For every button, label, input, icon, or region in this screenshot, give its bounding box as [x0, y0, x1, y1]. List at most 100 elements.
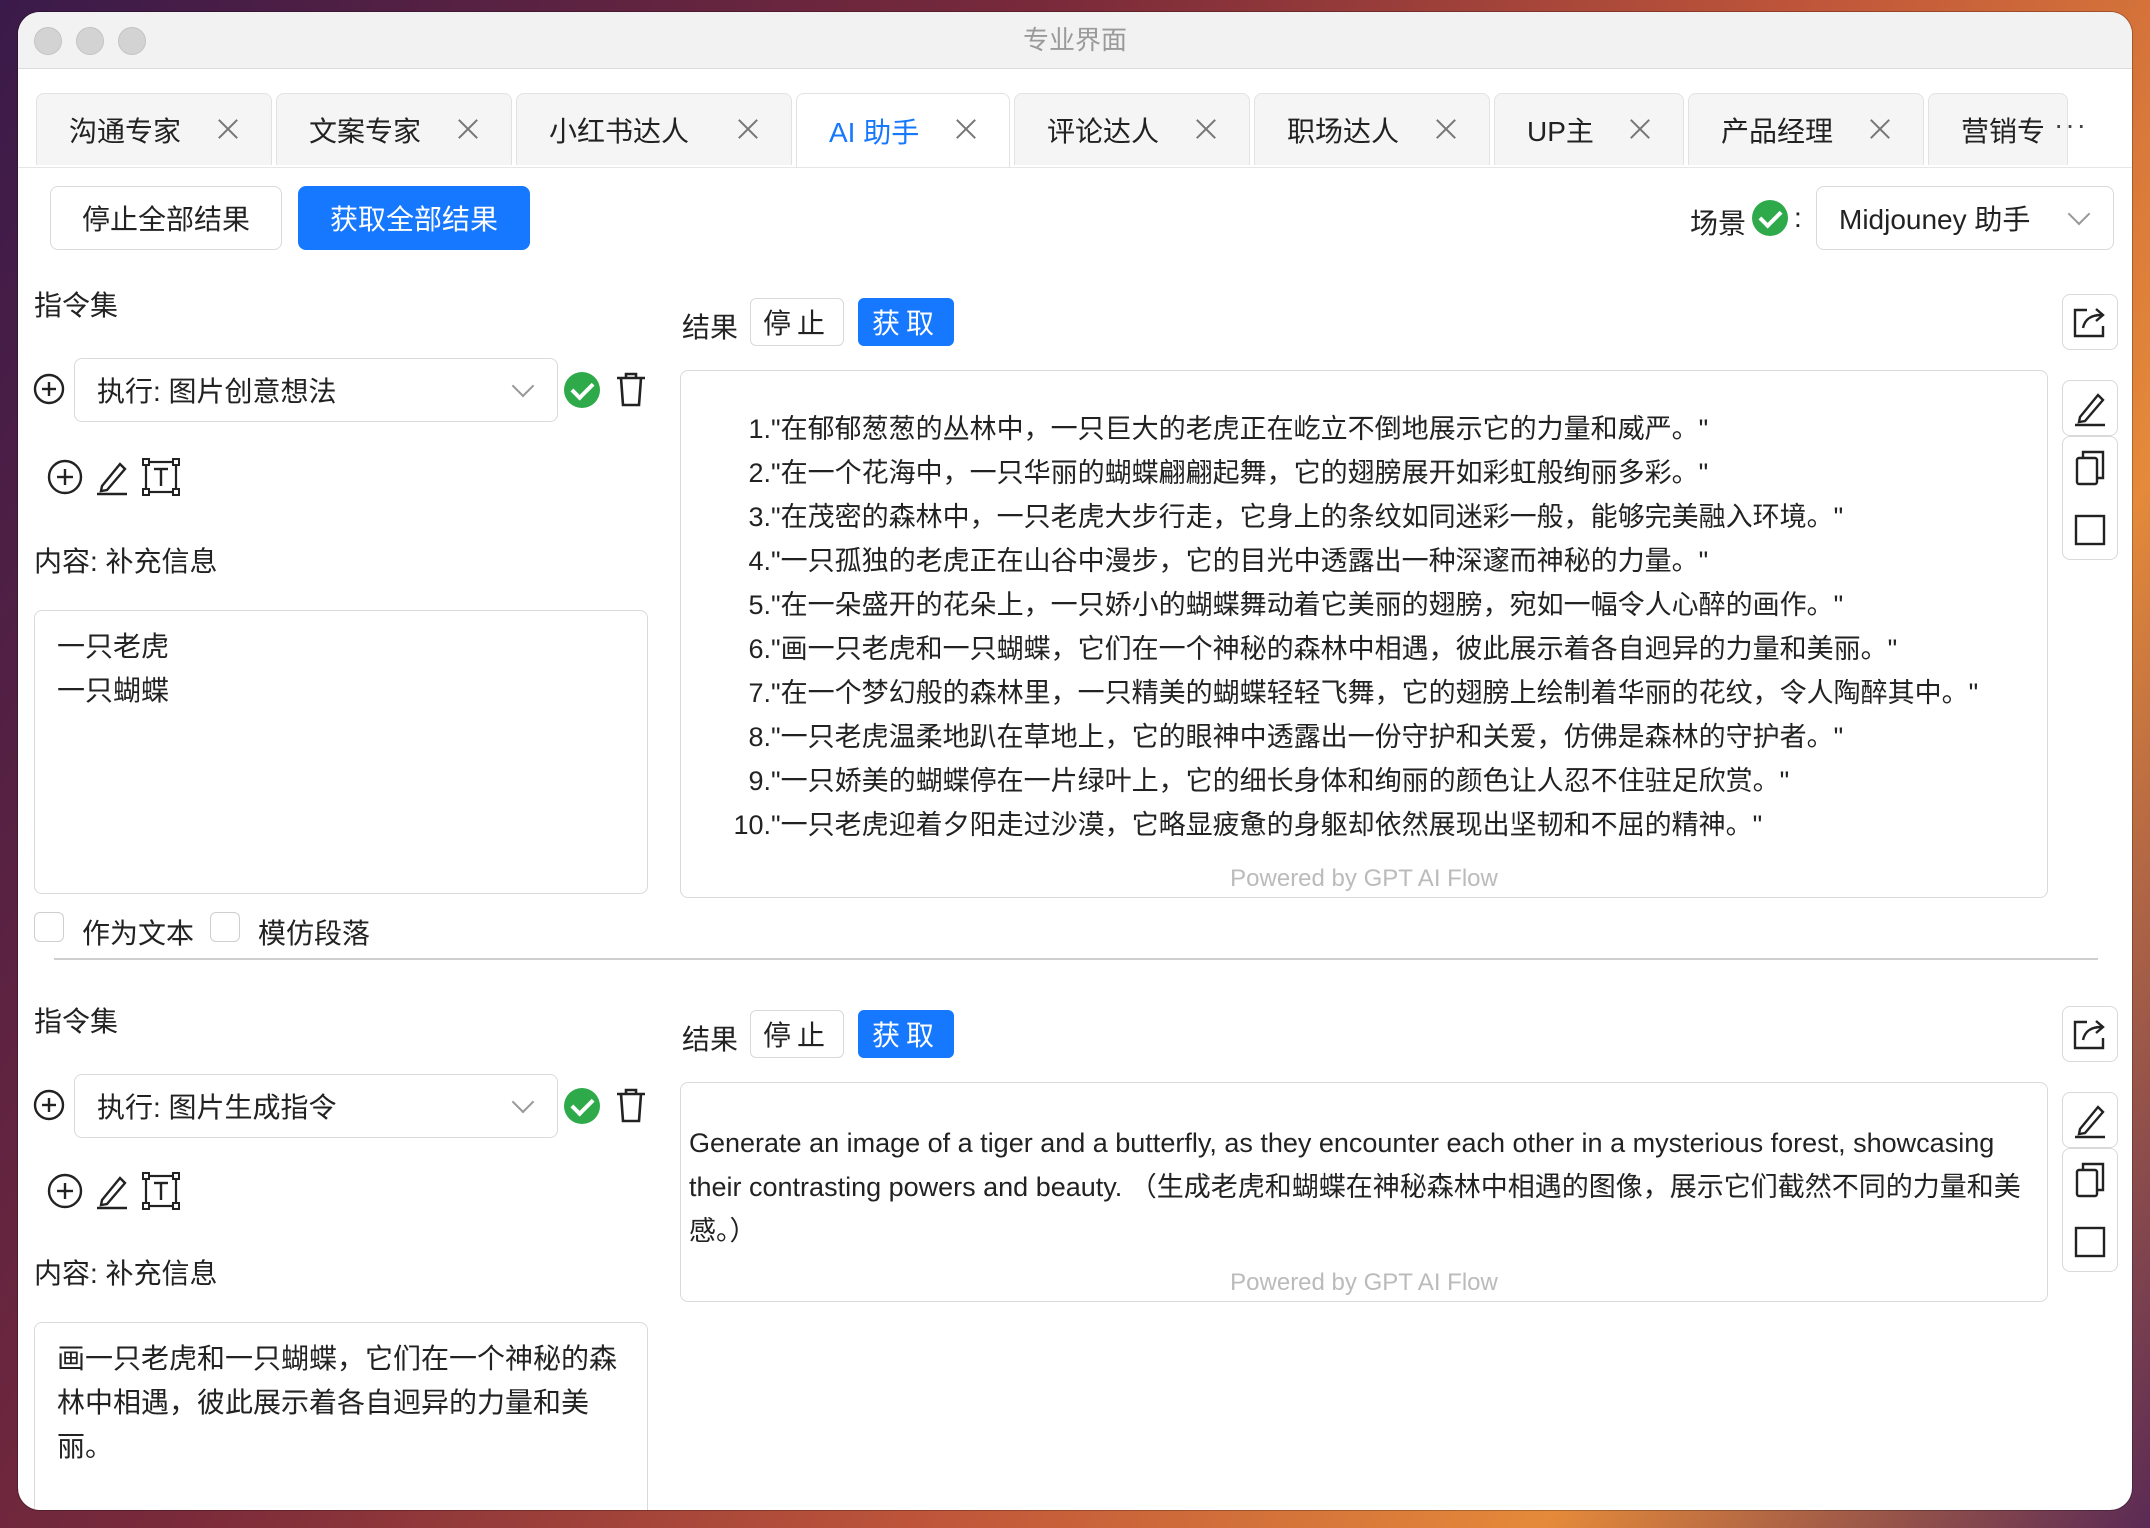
list-item-number: 6.	[748, 634, 771, 664]
scene-select[interactable]: Midjouney 助手	[1816, 186, 2114, 250]
close-icon[interactable]	[1193, 116, 1219, 142]
get-button[interactable]: 获取	[858, 1010, 954, 1058]
copy-button[interactable]	[2063, 437, 2117, 499]
close-icon[interactable]	[1433, 116, 1459, 142]
minimize-window-button[interactable]	[76, 27, 104, 55]
list-item-number: 10.	[733, 810, 771, 840]
trash-icon[interactable]	[614, 1086, 648, 1124]
chevron-down-icon	[511, 1090, 535, 1114]
close-icon[interactable]	[1627, 116, 1653, 142]
tab-copywriting-expert[interactable]: 文案专家	[276, 93, 512, 165]
tab-product-manager[interactable]: 产品经理	[1688, 93, 1924, 165]
add-circle-icon[interactable]	[46, 1172, 84, 1210]
tab-bar: 沟通专家 文案专家 小红书达人 AI 助手 评论达人 职场达人 UP主 产品经理…	[18, 69, 2132, 168]
get-button[interactable]: 获取	[858, 298, 954, 346]
close-window-button[interactable]	[34, 27, 62, 55]
result-list: 1. "在郁郁葱葱的丛林中，一只巨大的老虎正在屹立不倒地展示它的力量和威严。" 2…	[719, 407, 1978, 847]
list-item-text: "一只娇美的蝴蝶停在一片绿叶上，它的细长身体和绚丽的颜色让人忍不住驻足欣赏。"	[771, 766, 1790, 796]
powered-by-text: Powered by GPT AI Flow	[1230, 1269, 1498, 1296]
select-box-button[interactable]	[2063, 1211, 2117, 1273]
trash-icon[interactable]	[614, 370, 648, 408]
pen-icon	[2075, 1105, 2105, 1139]
tab-label: 评论达人	[1047, 115, 1160, 147]
add-circle-icon[interactable]	[46, 458, 84, 496]
check-circle-icon	[564, 372, 600, 408]
share-button[interactable]	[2062, 1006, 2118, 1062]
content-label: 内容: 补充信息	[34, 546, 218, 577]
list-item-text: "在一个梦幻般的森林里，一只精美的蝴蝶轻轻飞舞，它的翅膀上绘制着华丽的花纹，令人…	[771, 678, 1979, 708]
square-icon	[2074, 514, 2106, 546]
list-item: 2. "在一个花海中，一只华丽的蝴蝶翩翩起舞，它的翅膀展开如彩虹般绚丽多彩。"	[719, 451, 1978, 495]
copy-icon	[2075, 1162, 2105, 1198]
add-circle-icon[interactable]	[32, 372, 66, 406]
get-all-button[interactable]: 获取全部结果	[298, 186, 530, 250]
list-item: 5. "在一朵盛开的花朵上，一只娇小的蝴蝶舞动着它美丽的翅膀，宛如一幅令人心醉的…	[719, 583, 1978, 627]
share-icon	[2073, 1020, 2105, 1050]
tab-ai-assistant[interactable]: AI 助手	[796, 93, 1010, 167]
instruction-select-value: 执行: 图片创意想法	[97, 376, 337, 407]
close-icon[interactable]	[1867, 116, 1893, 142]
share-button[interactable]	[2062, 294, 2118, 350]
instruction-set-label: 指令集	[34, 1006, 119, 1037]
chevron-down-icon	[511, 374, 535, 398]
tab-label: 产品经理	[1721, 115, 1834, 147]
tab-workplace-expert[interactable]: 职场达人	[1254, 93, 1490, 165]
result-output-box: 1. "在郁郁葱葱的丛林中，一只巨大的老虎正在屹立不倒地展示它的力量和威严。" 2…	[680, 370, 2048, 898]
list-item-text: "在茂密的森林中，一只老虎大步行走，它身上的条纹如同迷彩一般，能够完美融入环境。…	[771, 502, 1844, 532]
close-icon[interactable]	[455, 116, 481, 142]
zoom-window-button[interactable]	[118, 27, 146, 55]
content-textarea[interactable]: 画一只老虎和一只蝴蝶，它们在一个神秘的森林中相遇，彼此展示着各自迥异的力量和美丽…	[34, 1322, 648, 1510]
list-item-number: 8.	[748, 722, 771, 752]
tab-label: UP主	[1527, 115, 1594, 147]
stop-button[interactable]: 停止	[750, 298, 844, 346]
tab-label: 沟通专家	[69, 115, 182, 147]
window-controls	[34, 27, 146, 55]
edit-button[interactable]	[2062, 1092, 2118, 1148]
more-tabs-icon[interactable]: ···	[2054, 109, 2088, 141]
result-output-box: Generate an image of a tiger and a butte…	[680, 1082, 2048, 1302]
text-box-icon[interactable]	[142, 458, 180, 496]
content-label: 内容: 补充信息	[34, 1258, 218, 1289]
section-divider	[54, 958, 2098, 960]
close-icon[interactable]	[953, 116, 979, 142]
tab-communication-expert[interactable]: 沟通专家	[36, 93, 272, 165]
tab-up-host[interactable]: UP主	[1494, 93, 1684, 165]
close-icon[interactable]	[215, 116, 241, 142]
pen-icon[interactable]	[94, 458, 130, 496]
result-label: 结果	[682, 1024, 739, 1055]
stop-all-button[interactable]: 停止全部结果	[50, 186, 282, 250]
list-item-text: "在郁郁葱葱的丛林中，一只巨大的老虎正在屹立不倒地展示它的力量和威严。"	[771, 414, 1709, 444]
copy-button[interactable]	[2063, 1149, 2117, 1211]
stop-button[interactable]: 停止	[750, 1010, 844, 1058]
scene-colon: :	[1794, 202, 1802, 233]
list-item-number: 5.	[748, 590, 771, 620]
pen-icon[interactable]	[94, 1172, 130, 1210]
list-item-number: 9.	[748, 766, 771, 796]
select-box-button[interactable]	[2063, 499, 2117, 561]
list-item-text: "一只老虎迎着夕阳走过沙漠，它略显疲惫的身躯却依然展现出坚韧和不屈的精神。"	[771, 810, 1763, 840]
list-item: 4. "一只孤独的老虎正在山谷中漫步，它的目光中透露出一种深邃而神秘的力量。"	[719, 539, 1978, 583]
tab-marketing[interactable]: 营销专	[1928, 93, 2068, 165]
list-item-text: "在一朵盛开的花朵上，一只娇小的蝴蝶舞动着它美丽的翅膀，宛如一幅令人心醉的画作。…	[771, 590, 1844, 620]
tab-xiaohongshu[interactable]: 小红书达人	[516, 93, 792, 165]
check-circle-icon	[1752, 200, 1788, 236]
tab-label: 营销专	[1961, 115, 2046, 147]
instruction-select[interactable]: 执行: 图片创意想法	[74, 358, 558, 422]
edit-button[interactable]	[2062, 380, 2118, 436]
result-label: 结果	[682, 312, 739, 343]
chevron-down-icon	[2067, 202, 2091, 226]
add-circle-icon[interactable]	[32, 1088, 66, 1122]
instruction-select[interactable]: 执行: 图片生成指令	[74, 1074, 558, 1138]
tab-comment-expert[interactable]: 评论达人	[1014, 93, 1250, 165]
powered-by-text: Powered by GPT AI Flow	[1230, 865, 1498, 892]
text-box-icon[interactable]	[142, 1172, 180, 1210]
as-text-label: 作为文本	[82, 918, 195, 949]
imitate-paragraph-checkbox[interactable]	[210, 912, 240, 942]
close-icon[interactable]	[735, 116, 761, 142]
as-text-checkbox[interactable]	[34, 912, 64, 942]
window-title: 专业界面	[1022, 25, 1127, 55]
content-textarea[interactable]: 一只老虎 一只蝴蝶	[34, 610, 648, 894]
list-item-number: 3.	[748, 502, 771, 532]
title-bar: 专业界面	[18, 12, 2132, 69]
list-item-number: 2.	[748, 458, 771, 488]
